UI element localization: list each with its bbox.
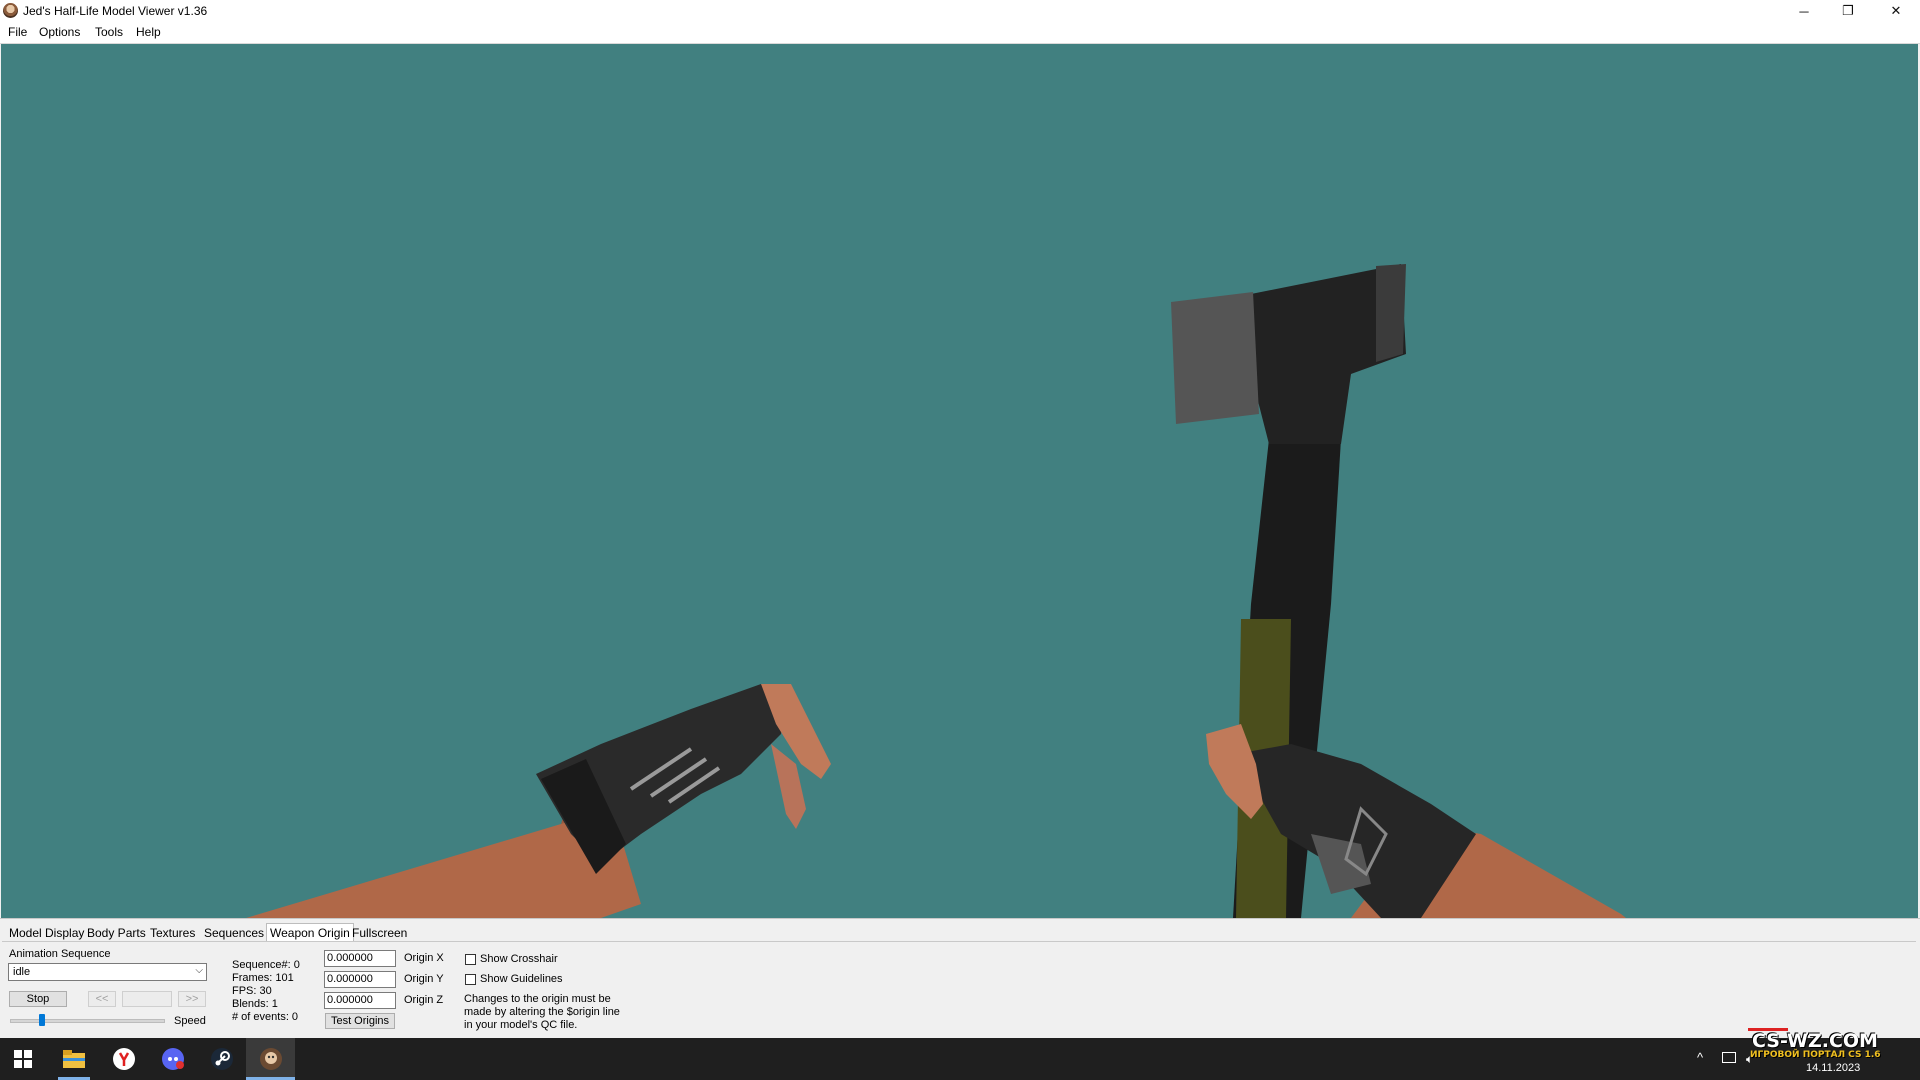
yandex-browser-icon[interactable] bbox=[111, 1046, 137, 1072]
frames-text: Frames: 101 bbox=[232, 972, 294, 984]
speed-slider-track bbox=[10, 1019, 165, 1023]
show-guidelines-label: Show Guidelines bbox=[480, 973, 563, 985]
menu-options[interactable]: Options bbox=[39, 25, 80, 39]
windows-start-icon[interactable] bbox=[10, 1046, 36, 1072]
speed-slider[interactable] bbox=[10, 1014, 165, 1026]
tab-model-display[interactable]: Model Display bbox=[6, 925, 87, 941]
origin-y-field[interactable]: 0.000000 bbox=[324, 971, 396, 988]
control-panel: Model Display Body Parts Textures Sequen… bbox=[0, 918, 1920, 1039]
tab-body-parts[interactable]: Body Parts bbox=[84, 925, 149, 941]
menu-tools[interactable]: Tools bbox=[95, 25, 123, 39]
tab-textures[interactable]: Textures bbox=[147, 925, 198, 941]
watermark-logo-text: CS-WZ.COM bbox=[1752, 1030, 1878, 1052]
origin-note-line-2: made by altering the $origin line bbox=[464, 1006, 620, 1018]
watermark-tagline: ИГРОВОЙ ПОРТАЛ CS 1.6 bbox=[1750, 1050, 1881, 1060]
app-icon bbox=[3, 3, 18, 18]
tray-up-icon[interactable]: ^ bbox=[1697, 1050, 1703, 1065]
test-origins-button[interactable]: Test Origins bbox=[325, 1013, 395, 1029]
model-viewer-icon[interactable] bbox=[258, 1046, 284, 1072]
origin-y-label: Origin Y bbox=[404, 973, 444, 985]
speed-label: Speed bbox=[174, 1015, 206, 1027]
blends-text: Blends: 1 bbox=[232, 998, 278, 1010]
cs-wz-watermark: CS-WZ.COM ИГРОВОЙ ПОРТАЛ CS 1.6 bbox=[1748, 1028, 1908, 1062]
sequence-number-text: Sequence#: 0 bbox=[232, 959, 300, 971]
menu-help[interactable]: Help bbox=[136, 25, 161, 39]
next-frame-button[interactable]: >> bbox=[178, 991, 206, 1007]
tab-weapon-origin[interactable]: Weapon Origin bbox=[266, 923, 354, 943]
axe-blade bbox=[1171, 292, 1259, 424]
axe-butt bbox=[1376, 264, 1406, 362]
speed-slider-thumb[interactable] bbox=[39, 1014, 46, 1026]
sequence-selected-value: idle bbox=[13, 966, 31, 978]
show-crosshair-label: Show Crosshair bbox=[480, 953, 558, 965]
origin-z-label: Origin Z bbox=[404, 994, 444, 1006]
tray-date: 14.11.2023 bbox=[1806, 1062, 1861, 1074]
title-bar: Jed's Half-Life Model Viewer v1.36 ─ ❐ ✕ bbox=[0, 0, 1920, 22]
tab-sequences[interactable]: Sequences bbox=[201, 925, 267, 941]
origin-x-label: Origin X bbox=[404, 952, 444, 964]
window-title: Jed's Half-Life Model Viewer v1.36 bbox=[23, 4, 208, 18]
network-icon[interactable] bbox=[1722, 1052, 1736, 1063]
origin-note-line-3: in your model's QC file. bbox=[464, 1019, 578, 1031]
menu-file[interactable]: File bbox=[8, 25, 27, 39]
events-text: # of events: 0 bbox=[232, 1011, 299, 1023]
animation-sequence-label: Animation Sequence bbox=[9, 948, 111, 960]
file-explorer-icon[interactable] bbox=[61, 1046, 87, 1072]
maximize-button[interactable]: ❐ bbox=[1826, 0, 1870, 22]
chevron-down-icon: ⌵ bbox=[195, 965, 203, 976]
origin-x-field[interactable]: 0.000000 bbox=[324, 950, 396, 967]
frame-field[interactable] bbox=[122, 991, 172, 1007]
steam-icon[interactable] bbox=[209, 1046, 235, 1072]
menu-bar: File Options Tools Help bbox=[0, 22, 1920, 44]
fps-text: FPS: 30 bbox=[232, 985, 272, 997]
minimize-button[interactable]: ─ bbox=[1782, 0, 1826, 22]
show-guidelines-checkbox[interactable] bbox=[465, 974, 476, 985]
stop-button[interactable]: Stop bbox=[9, 991, 67, 1007]
discord-icon[interactable] bbox=[160, 1046, 186, 1072]
show-crosshair-checkbox[interactable] bbox=[465, 954, 476, 965]
model-viewport[interactable] bbox=[1, 44, 1918, 918]
prev-frame-button[interactable]: << bbox=[88, 991, 116, 1007]
origin-z-field[interactable]: 0.000000 bbox=[324, 992, 396, 1009]
weapon-model-render bbox=[246, 264, 1626, 918]
origin-note-line-1: Changes to the origin must be bbox=[464, 993, 611, 1005]
taskbar: ^ 🔈︎ 14.11.2023 bbox=[0, 1038, 1920, 1080]
close-button[interactable]: ✕ bbox=[1874, 0, 1918, 22]
animation-sequence-dropdown[interactable]: idle ⌵ bbox=[8, 963, 207, 981]
tab-fullscreen[interactable]: Fullscreen bbox=[349, 925, 410, 941]
